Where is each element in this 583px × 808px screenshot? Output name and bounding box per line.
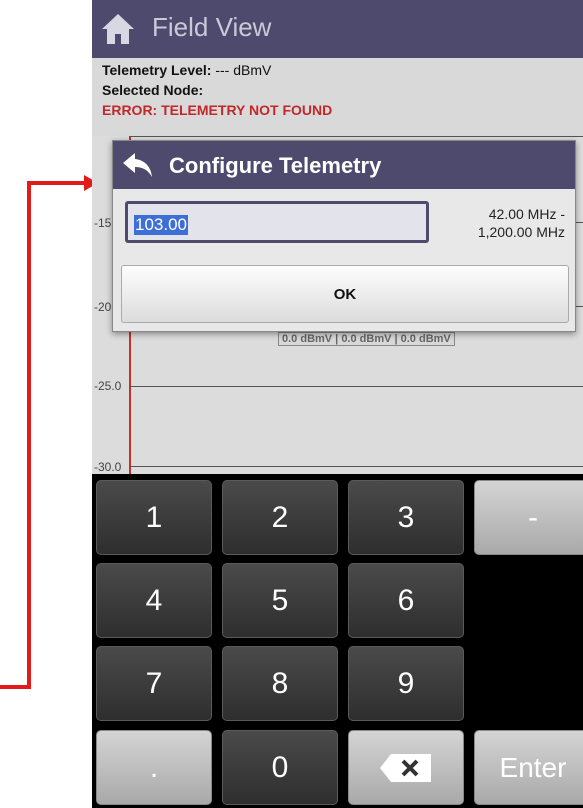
selected-node-label: Selected Node: — [102, 82, 204, 98]
telemetry-level-value: --- dBmV — [215, 62, 272, 78]
enter-button[interactable]: Enter — [474, 730, 583, 805]
key-2[interactable]: 2 — [222, 480, 338, 555]
home-icon[interactable] — [100, 12, 136, 46]
y-tick-label: -25.0 — [94, 379, 122, 393]
gridline — [129, 136, 583, 137]
frequency-range: 42.00 MHz - 1,200.00 MHz — [449, 205, 565, 241]
backspace-icon — [380, 753, 431, 782]
key-0[interactable]: 0 — [222, 730, 338, 805]
key-8[interactable]: 8 — [222, 646, 338, 721]
frequency-selected-text: 103.00 — [134, 215, 188, 235]
ok-button[interactable]: OK — [121, 265, 569, 323]
key-4[interactable]: 4 — [96, 563, 212, 638]
back-arrow-icon[interactable] — [121, 149, 155, 181]
key-9[interactable]: 9 — [348, 646, 464, 721]
key-5[interactable]: 5 — [222, 563, 338, 638]
dialog-title: Configure Telemetry — [169, 153, 382, 178]
key-decimal[interactable]: . — [96, 730, 212, 805]
key-minus[interactable]: - — [474, 480, 583, 555]
device-screen: Field View Telemetry Level: --- dBmV Sel… — [92, 0, 583, 808]
key-7[interactable]: 7 — [96, 646, 212, 721]
annotation-arrow-bottom — [0, 685, 31, 689]
page-title: Field View — [152, 12, 272, 42]
key-1[interactable]: 1 — [96, 480, 212, 555]
range-max: 1,200.00 MHz — [477, 224, 565, 240]
numeric-keypad: 1 2 3 - 4 5 6 7 8 9 . 0 Enter — [92, 474, 583, 808]
annotation-arrow-top — [27, 181, 87, 185]
y-tick-label: -20 — [94, 300, 112, 314]
telemetry-level-label: Telemetry Level: — [102, 62, 212, 78]
gridline — [129, 386, 583, 387]
key-6[interactable]: 6 — [348, 563, 464, 638]
y-tick-label: -30.0 — [94, 460, 122, 474]
telemetry-info: Telemetry Level: --- dBmV Selected Node:… — [102, 60, 332, 120]
error-message: ERROR: TELEMETRY NOT FOUND — [102, 102, 333, 118]
annotation-arrow-vertical — [27, 181, 31, 689]
title-bar: Field View — [92, 0, 583, 58]
dialog-header: Configure Telemetry — [113, 141, 575, 189]
configure-telemetry-dialog: Configure Telemetry 103.00 42.00 MHz - 1… — [112, 140, 576, 332]
gridline — [129, 466, 583, 467]
level-readout: 0.0 dBmV | 0.0 dBmV | 0.0 dBmV — [278, 332, 455, 346]
backspace-button[interactable] — [348, 730, 464, 805]
range-min: 42.00 MHz - — [488, 206, 565, 222]
y-tick-label: -15 — [94, 216, 112, 230]
key-3[interactable]: 3 — [348, 480, 464, 555]
